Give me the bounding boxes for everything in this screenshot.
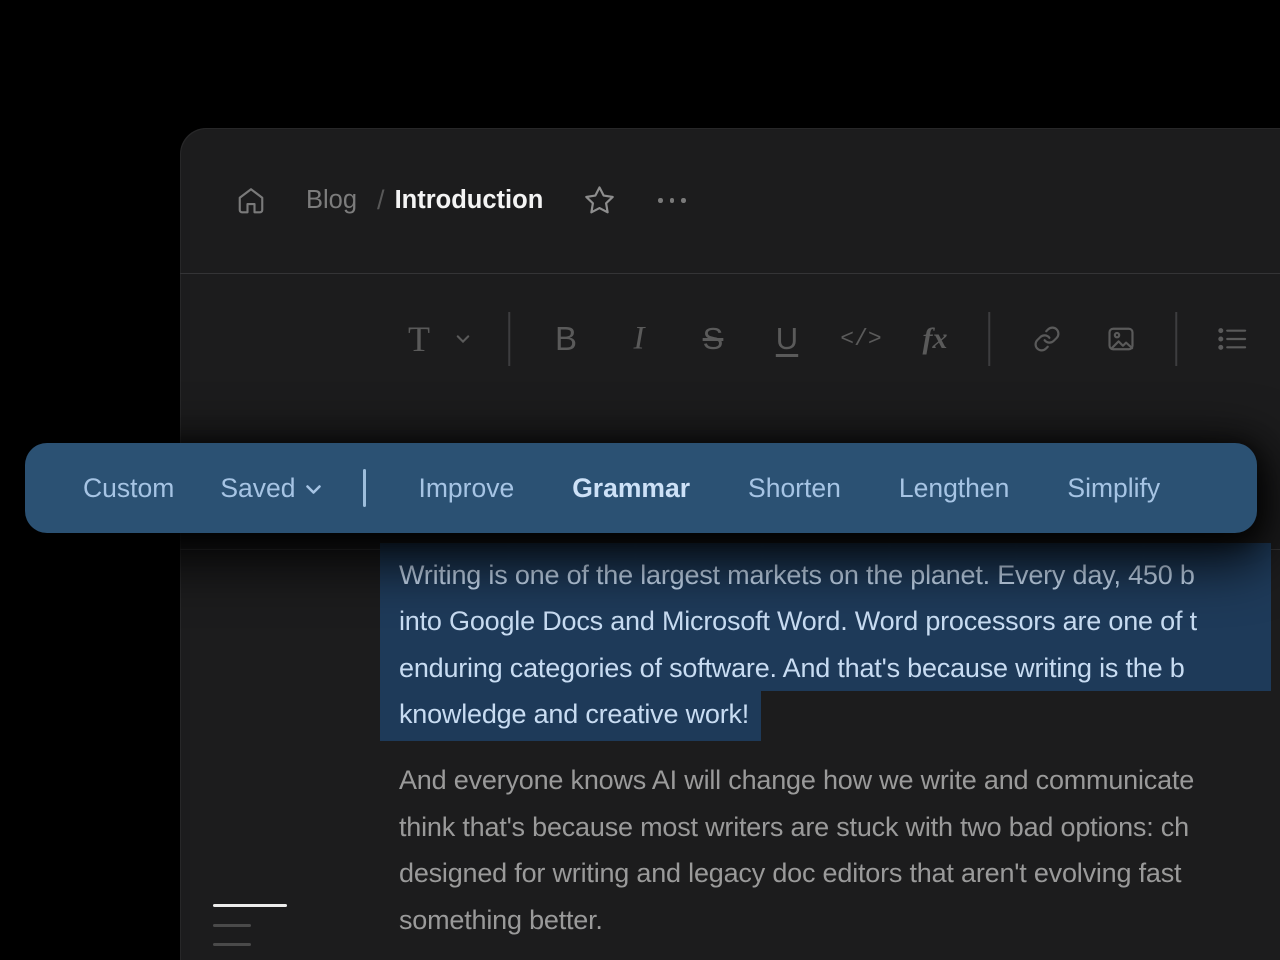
italic-button[interactable]: I: [634, 320, 645, 357]
more-options-icon[interactable]: [658, 186, 686, 216]
editor-window: Blog / Introduction T B I S U </> fx: [180, 128, 1280, 960]
ai-option-lengthen[interactable]: Lengthen: [899, 473, 1010, 504]
paragraph-line: And everyone knows AI will change how we…: [399, 757, 1194, 804]
toolbar-divider: [988, 312, 990, 366]
text-style-chevron-down-icon[interactable]: [457, 335, 470, 343]
strikethrough-button[interactable]: S: [703, 321, 724, 357]
text-style-button[interactable]: T: [408, 318, 430, 360]
ai-command-toolbar: Custom Saved Improve Grammar Shorten Len…: [25, 443, 1257, 533]
underline-button[interactable]: U: [776, 321, 798, 357]
selected-text-line: into Google Docs and Microsoft Word. Wor…: [380, 598, 1271, 644]
home-icon[interactable]: [236, 186, 266, 216]
selected-text-line: enduring categories of software. And tha…: [380, 645, 1271, 691]
body-paragraph: And everyone knows AI will change how we…: [399, 757, 1194, 943]
bullet-list-button[interactable]: [1217, 324, 1248, 353]
ai-option-custom[interactable]: Custom: [83, 473, 174, 504]
paragraph-line: think that's because most writers are st…: [399, 804, 1194, 851]
ai-option-simplify[interactable]: Simplify: [1067, 473, 1160, 504]
code-button[interactable]: </>: [840, 326, 881, 352]
formula-button[interactable]: fx: [923, 322, 948, 356]
image-button[interactable]: [1107, 324, 1136, 353]
paragraph-line: designed for writing and legacy doc edit…: [399, 850, 1194, 897]
ai-option-shorten[interactable]: Shorten: [748, 473, 841, 504]
breadcrumb: Blog / Introduction: [236, 128, 686, 273]
selected-text-line: Writing is one of the largest markets on…: [380, 543, 1271, 598]
paragraph-line: something better.: [399, 897, 1194, 944]
toolbar-divider: [1175, 312, 1177, 366]
breadcrumb-separator: /: [377, 185, 385, 216]
breadcrumb-section[interactable]: Blog: [306, 186, 357, 215]
chevron-down-icon: [306, 485, 321, 494]
link-button[interactable]: [1033, 324, 1062, 353]
toolbar-divider: [508, 312, 510, 366]
toc-outline-indicator[interactable]: [213, 904, 293, 946]
formatting-toolbar: T B I S U </> fx: [180, 274, 1280, 403]
bold-button[interactable]: B: [555, 320, 577, 358]
ai-option-saved[interactable]: Saved: [220, 473, 321, 504]
page-title: Introduction: [395, 186, 544, 215]
ai-option-grammar[interactable]: Grammar: [572, 473, 690, 504]
ai-option-improve[interactable]: Improve: [418, 473, 514, 504]
favorite-star-icon[interactable]: [583, 184, 616, 217]
ai-option-saved-label: Saved: [220, 473, 295, 504]
ai-toolbar-divider: [363, 469, 366, 507]
selected-paragraph: Writing is one of the largest markets on…: [380, 543, 1271, 741]
document-header: Blog / Introduction: [180, 128, 1280, 273]
selected-text-line: knowledge and creative work!: [380, 691, 761, 741]
